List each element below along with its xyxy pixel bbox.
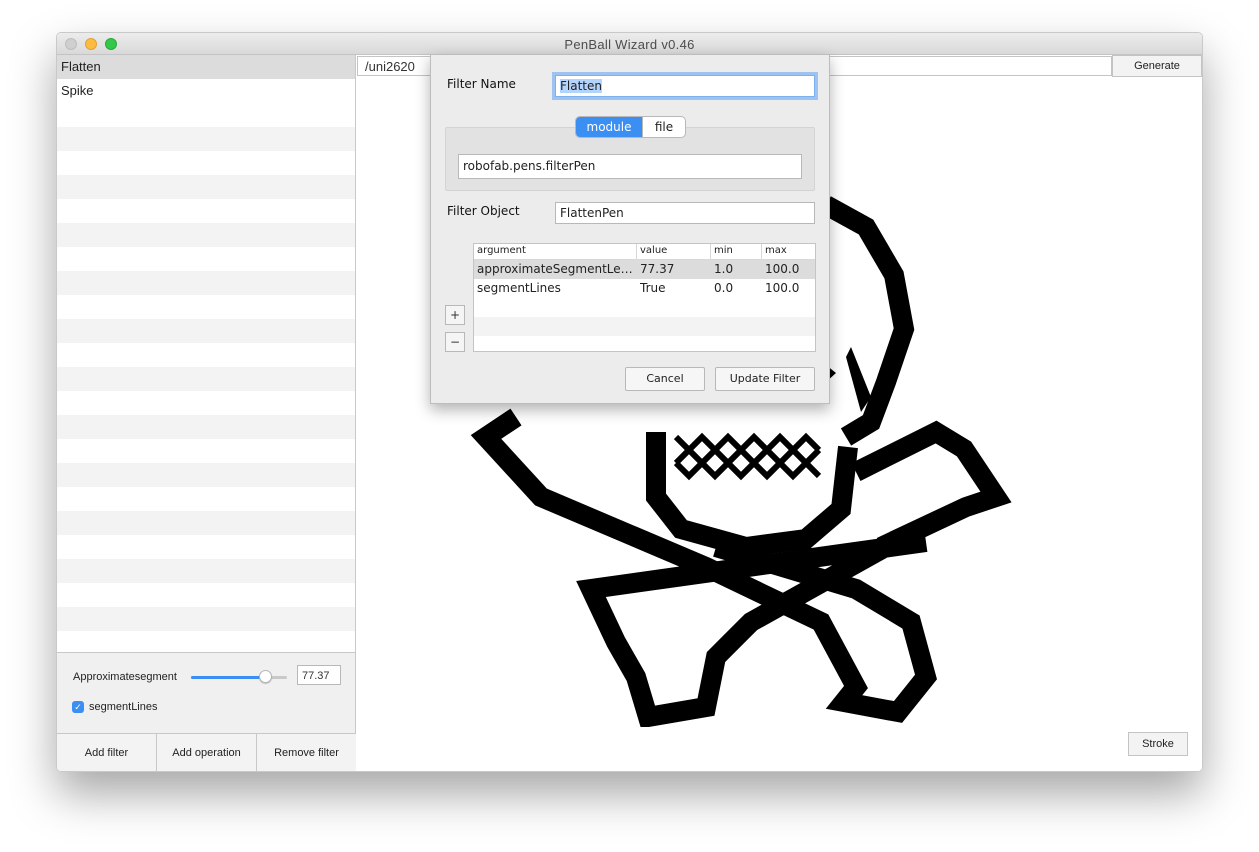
update-filter-button[interactable]: Update Filter	[715, 367, 815, 391]
column-header-min[interactable]: min	[714, 245, 733, 256]
arguments-table[interactable]: argument value min max approximateSegmen…	[473, 243, 816, 352]
empty-list-row	[57, 319, 355, 343]
empty-list-row	[57, 535, 355, 559]
cell-value: 77.37	[640, 262, 675, 276]
segment-lines-label: segmentLines	[89, 701, 158, 713]
remove-filter-button[interactable]: Remove filter	[257, 734, 356, 771]
segment-length-field[interactable]: 77.37	[297, 665, 341, 685]
empty-list-row	[57, 199, 355, 223]
filter-list[interactable]: Flatten Spike	[57, 55, 355, 653]
empty-list-row	[57, 631, 355, 652]
segment-length-slider[interactable]	[191, 670, 287, 683]
table-header: argument value min max	[474, 244, 815, 260]
empty-table-row	[474, 336, 815, 351]
segment-file[interactable]: file	[642, 117, 685, 137]
stroke-button[interactable]: Stroke	[1128, 732, 1188, 756]
empty-list-row	[57, 223, 355, 247]
slider-knob[interactable]	[259, 670, 273, 683]
empty-list-row	[57, 175, 355, 199]
filter-list-item[interactable]: Flatten	[57, 55, 355, 79]
empty-list-row	[57, 151, 355, 175]
filter-object-field[interactable]: FlattenPen	[555, 202, 815, 224]
generate-button[interactable]: Generate	[1112, 55, 1202, 77]
empty-list-row	[57, 511, 355, 535]
empty-list-row	[57, 391, 355, 415]
filter-name-field[interactable]: Flatten	[555, 75, 815, 97]
segment-lines-checkbox[interactable]: ✓	[72, 701, 84, 713]
empty-list-row	[57, 487, 355, 511]
empty-list-row	[57, 271, 355, 295]
column-header-value[interactable]: value	[640, 245, 667, 256]
empty-list-row	[57, 127, 355, 151]
add-argument-button[interactable]: +	[445, 305, 465, 325]
add-filter-button[interactable]: Add filter	[57, 734, 157, 771]
filter-object-label: Filter Object	[447, 204, 520, 218]
filter-parameters: Approximatesegment length 77.37 ✓ segmen…	[57, 653, 355, 733]
slider-fill	[191, 676, 266, 679]
cell-max: 100.0	[765, 281, 800, 295]
filter-list-item[interactable]: Spike	[57, 79, 355, 103]
cell-min: 1.0	[714, 262, 734, 276]
empty-list-row	[57, 247, 355, 271]
empty-list-row	[57, 343, 355, 367]
empty-table-row	[474, 317, 815, 336]
column-header-argument[interactable]: argument	[477, 245, 526, 256]
segment-module[interactable]: module	[576, 117, 642, 137]
skull-teeth	[673, 432, 822, 481]
module-path-field[interactable]: robofab.pens.filterPen	[458, 154, 802, 179]
empty-list-row	[57, 439, 355, 463]
cell-value: True	[640, 281, 666, 295]
source-segmented-control[interactable]: module file	[575, 116, 686, 138]
cell-argument: approximateSegmentLe…	[477, 262, 633, 276]
window-title: PenBall Wizard v0.46	[564, 37, 695, 52]
empty-list-row	[57, 367, 355, 391]
table-row[interactable]: approximateSegmentLe… 77.37 1.0 100.0	[474, 260, 815, 279]
cell-max: 100.0	[765, 262, 800, 276]
empty-list-row	[57, 463, 355, 487]
cell-min: 0.0	[714, 281, 734, 295]
skull-cheek	[846, 347, 871, 412]
empty-list-row	[57, 415, 355, 439]
filter-name-label: Filter Name	[447, 77, 516, 91]
filter-name-selected-text: Flatten	[560, 79, 602, 93]
empty-list-row	[57, 295, 355, 319]
empty-list-row	[57, 607, 355, 631]
filter-button-bar: Add filter Add operation Remove filter	[57, 733, 356, 771]
empty-list-row	[57, 559, 355, 583]
empty-table-row	[474, 298, 815, 317]
crossbone-right-end	[851, 420, 1012, 557]
segment-length-label: Approximatesegment length	[73, 671, 177, 683]
filter-sidebar: Flatten Spike Approximatesegment 77.37 ✓…	[57, 55, 356, 771]
cancel-button[interactable]: Cancel	[625, 367, 705, 391]
empty-list-row	[57, 583, 355, 607]
remove-argument-button[interactable]: −	[445, 332, 465, 352]
title-bar: PenBall Wizard v0.46	[57, 33, 1202, 55]
table-row[interactable]: segmentLines True 0.0 100.0	[474, 279, 815, 298]
column-header-max[interactable]: max	[765, 245, 787, 256]
filter-edit-sheet: Filter Name Flatten robofab.pens.filterP…	[430, 54, 830, 404]
empty-list-row	[57, 103, 355, 127]
cell-argument: segmentLines	[477, 281, 561, 295]
add-operation-button[interactable]: Add operation	[157, 734, 257, 771]
